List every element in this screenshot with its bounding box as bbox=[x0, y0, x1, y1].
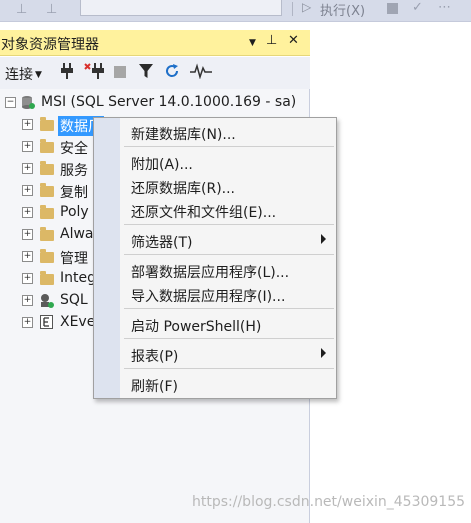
main-toolbar: ⊥ ⊥ ▷ 执行(X) ✓ ⋯ bbox=[0, 0, 471, 22]
menu-item-filter[interactable]: 筛选器(T) bbox=[94, 229, 336, 251]
execute-button[interactable]: 执行(X) bbox=[320, 0, 365, 19]
expand-icon[interactable]: + bbox=[22, 317, 33, 328]
menu-item-label: 刷新(F) bbox=[131, 379, 178, 395]
submenu-arrow-icon bbox=[321, 348, 326, 358]
menu-separator bbox=[124, 146, 334, 147]
menu-item-restore-files[interactable]: 还原文件和文件组(E)... bbox=[94, 199, 336, 221]
pin-icon[interactable]: ⊥ bbox=[16, 2, 27, 17]
menu-item-refresh[interactable]: 刷新(F) bbox=[94, 373, 336, 395]
folder-icon bbox=[40, 139, 54, 157]
activity-monitor-icon[interactable] bbox=[190, 63, 212, 83]
menu-item-label: 启动 PowerShell(H) bbox=[131, 319, 262, 335]
expand-icon[interactable]: + bbox=[22, 163, 33, 174]
folder-icon bbox=[40, 161, 54, 179]
expand-icon[interactable]: + bbox=[22, 229, 33, 240]
menu-item-label: 报表(P) bbox=[131, 349, 179, 365]
menu-separator bbox=[124, 338, 334, 339]
menu-item-label: 筛选器(T) bbox=[131, 235, 193, 251]
sql-agent-icon bbox=[40, 293, 54, 312]
stop-icon[interactable] bbox=[114, 66, 126, 82]
object-explorer-title-bar: 对象资源管理器 ▼ ⊥ ✕ bbox=[0, 30, 310, 56]
menu-separator bbox=[124, 368, 334, 369]
menu-item-label: 还原文件和文件组(E)... bbox=[131, 205, 277, 221]
submenu-arrow-icon bbox=[321, 234, 326, 244]
tree-item-label: 管理 bbox=[60, 251, 88, 267]
menu-item-label: 导入数据层应用程序(I)... bbox=[131, 289, 286, 305]
play-icon[interactable]: ▷ bbox=[302, 0, 311, 14]
menu-separator bbox=[124, 254, 334, 255]
menu-item-restore-database[interactable]: 还原数据库(R)... bbox=[94, 175, 336, 197]
tree-item-label: 安全 bbox=[60, 141, 88, 157]
tree-item-label: SQL bbox=[60, 292, 88, 308]
tree-item-label: 服务 bbox=[60, 163, 88, 179]
expand-icon[interactable]: + bbox=[22, 119, 33, 130]
menu-item-label: 部署数据层应用程序(L)... bbox=[131, 265, 290, 281]
menu-separator bbox=[124, 308, 334, 309]
database-combo[interactable] bbox=[80, 0, 282, 16]
watermark: https://blog.csdn.net/weixin_45309155 bbox=[192, 494, 466, 510]
xevent-icon bbox=[40, 315, 53, 333]
tree-item-label: Alwa bbox=[60, 226, 94, 242]
tree-item-label: 复制 bbox=[60, 185, 88, 201]
tree-item-label: XEve bbox=[60, 314, 96, 330]
stop-icon[interactable] bbox=[387, 3, 398, 14]
filter-icon[interactable] bbox=[138, 63, 154, 83]
object-explorer-toolbar: 连接 ▼ bbox=[0, 57, 310, 89]
check-icon[interactable]: ✓ bbox=[412, 0, 423, 15]
expand-icon[interactable]: + bbox=[22, 273, 33, 284]
auto-hide-pin-icon[interactable]: ⊥ bbox=[266, 33, 277, 48]
menu-item-attach[interactable]: 附加(A)... bbox=[94, 151, 336, 173]
close-icon[interactable]: ✕ bbox=[288, 33, 299, 48]
folder-icon bbox=[40, 205, 54, 223]
connect-plug-icon[interactable] bbox=[60, 63, 74, 83]
refresh-icon[interactable] bbox=[164, 63, 180, 83]
menu-item-deploy-dac[interactable]: 部署数据层应用程序(L)... bbox=[94, 259, 336, 281]
tree-item-label: Integ bbox=[60, 270, 96, 286]
more-icon[interactable]: ⋯ bbox=[438, 0, 451, 15]
connect-button[interactable]: 连接 ▼ bbox=[5, 64, 42, 84]
menu-item-import-dac[interactable]: 导入数据层应用程序(I)... bbox=[94, 283, 336, 305]
folder-icon bbox=[40, 117, 54, 135]
chevron-down-icon: ▼ bbox=[35, 70, 42, 80]
menu-item-label: 还原数据库(R)... bbox=[131, 181, 236, 197]
expand-icon[interactable]: + bbox=[22, 207, 33, 218]
expand-icon[interactable]: + bbox=[22, 141, 33, 152]
menu-item-new-database[interactable]: 新建数据库(N)... bbox=[94, 121, 336, 143]
folder-icon bbox=[40, 249, 54, 267]
expand-icon[interactable]: + bbox=[22, 295, 33, 306]
server-label: MSI (SQL Server 14.0.1000.169 - sa) bbox=[41, 94, 297, 110]
toolbar-separator bbox=[292, 2, 293, 16]
panel-title: 对象资源管理器 bbox=[1, 37, 99, 53]
tree-server-node[interactable]: − MSI (SQL Server 14.0.1000.169 - sa) bbox=[0, 92, 310, 114]
menu-item-label: 新建数据库(N)... bbox=[131, 127, 236, 143]
folder-icon bbox=[40, 271, 54, 289]
menu-separator bbox=[124, 224, 334, 225]
menu-item-label: 附加(A)... bbox=[131, 157, 193, 173]
window-position-icon[interactable]: ▼ bbox=[249, 38, 256, 48]
connect-label: 连接 bbox=[5, 67, 33, 83]
context-menu: 新建数据库(N)... 附加(A)... 还原数据库(R)... 还原文件和文件… bbox=[93, 117, 337, 399]
disconnect-icon[interactable] bbox=[84, 63, 106, 83]
tree-item-label: Poly bbox=[60, 204, 89, 220]
folder-icon bbox=[40, 183, 54, 201]
toolbar-pin-icon[interactable]: ⊥ bbox=[46, 2, 57, 17]
expand-icon[interactable]: + bbox=[22, 185, 33, 196]
expand-icon[interactable]: + bbox=[22, 251, 33, 262]
folder-icon bbox=[40, 227, 54, 245]
server-icon bbox=[21, 95, 35, 114]
menu-item-reports[interactable]: 报表(P) bbox=[94, 343, 336, 365]
menu-item-start-powershell[interactable]: 启动 PowerShell(H) bbox=[94, 313, 336, 335]
collapse-icon[interactable]: − bbox=[5, 97, 16, 108]
